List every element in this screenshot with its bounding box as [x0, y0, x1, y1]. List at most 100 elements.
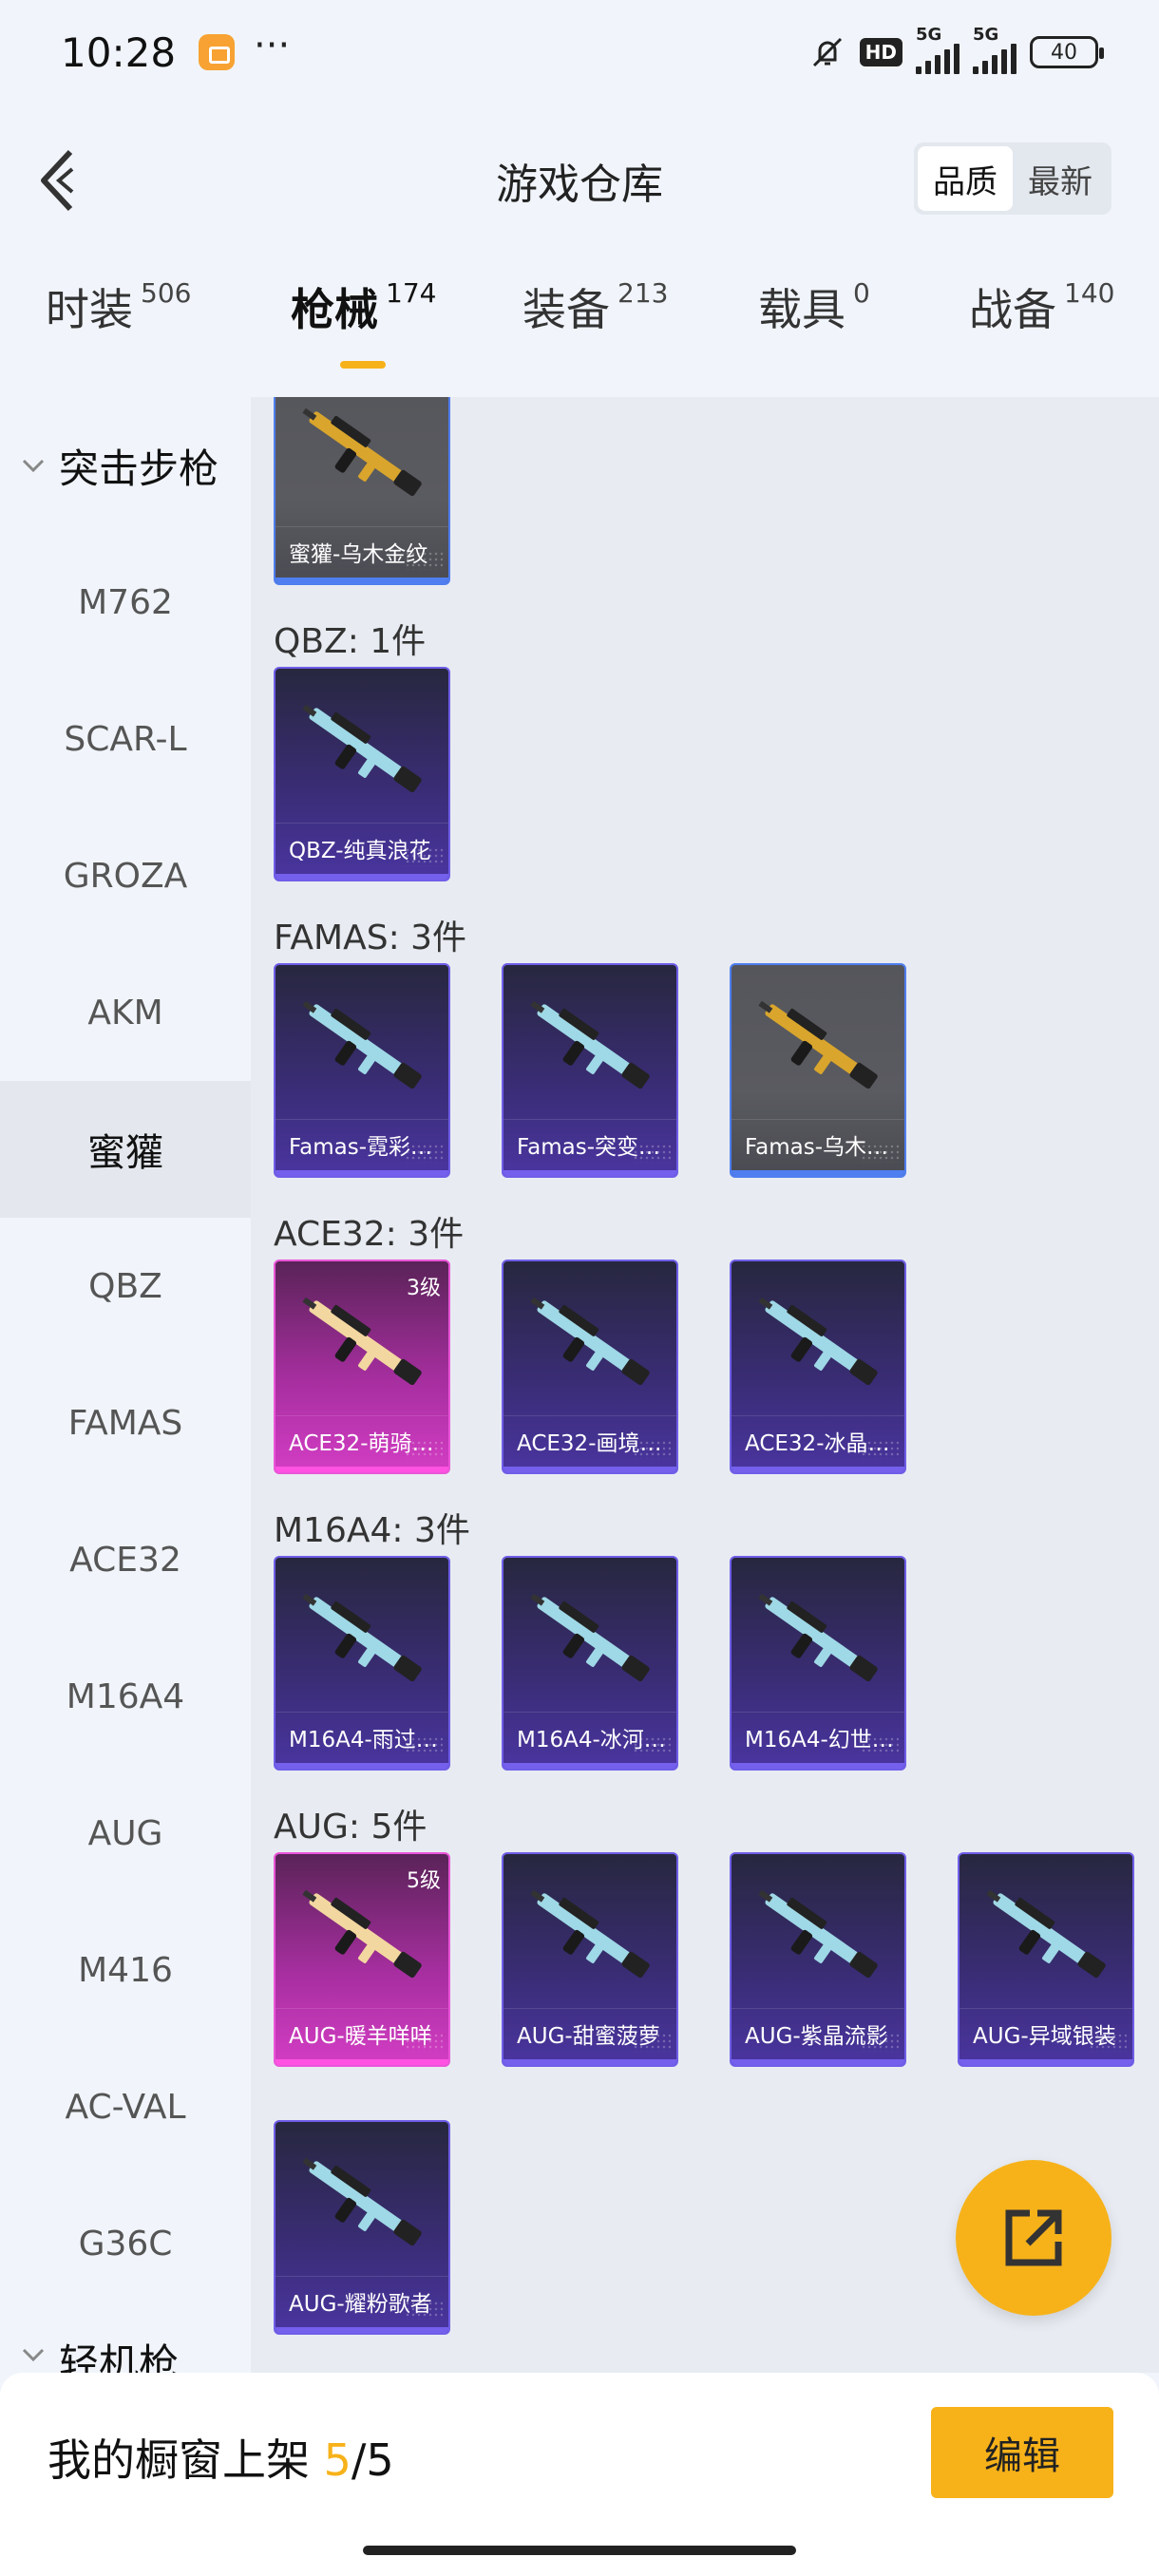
weapon-card[interactable]: Famas-乌木… — [730, 963, 906, 1178]
tab-label: 载具 — [758, 284, 846, 335]
weapon-card[interactable]: AUG-甜蜜菠萝 — [502, 1852, 678, 2067]
status-time: 10:28 — [61, 28, 177, 76]
weapon-card[interactable]: QBZ-纯真浪花 — [274, 667, 450, 881]
section-title: ACE32: 3件 — [274, 1215, 465, 1254]
rarity-bar — [732, 1467, 904, 1472]
rifle-icon — [302, 1593, 422, 1682]
sort-option-quality[interactable]: 品质 — [918, 146, 1013, 211]
sidebar-item-m416[interactable]: M416 — [0, 1902, 251, 2038]
rifle-icon — [986, 1889, 1106, 1979]
share-external-icon — [1005, 2209, 1062, 2266]
weapon-name: AUG-暖羊咩咩 — [276, 2008, 448, 2057]
showcase-status: 我的橱窗上架 5/5 — [48, 2426, 394, 2489]
active-tab-indicator — [340, 361, 386, 369]
status-indicators: HD 5G 5G 40 — [808, 25, 1104, 74]
sidebar-item-g36c[interactable]: G36C — [0, 2175, 251, 2312]
rarity-bar — [504, 1170, 676, 1176]
weapon-grid: 蜜獾-乌木金纹 QBZ: 1件 QBZ-纯真浪花 FAMAS: 3件 Famas-霓彩…… — [251, 397, 1159, 2373]
weapon-card[interactable]: AUG-耀粉歌者 — [274, 2120, 450, 2335]
weapon-name: ACE32-萌骑… — [276, 1415, 448, 1465]
weapon-card[interactable]: M16A4-幻世… — [730, 1556, 906, 1771]
weapon-card[interactable]: 5级 AUG-暖羊咩咩 — [274, 1852, 450, 2067]
home-indicator[interactable] — [363, 2546, 796, 2555]
sidebar-item-ac-val[interactable]: AC-VAL — [0, 2038, 251, 2175]
weapon-name: AUG-耀粉歌者 — [276, 2276, 448, 2325]
sidebar-item-groza[interactable]: GROZA — [0, 807, 251, 944]
showcase-total: /5 — [351, 2434, 394, 2486]
rarity-bar — [276, 1467, 448, 1472]
tab-equipment[interactable]: 装备 213 — [522, 275, 668, 338]
weapon-name: 蜜獾-乌木金纹 — [276, 526, 448, 576]
sidebar-item-honey-badger[interactable]: 蜜獾 — [0, 1081, 251, 1218]
weapon-card[interactable]: AUG-紫晶流影 — [730, 1852, 906, 2067]
tab-label: 时装 — [46, 284, 133, 335]
section-title: M16A4: 3件 — [274, 1511, 470, 1550]
rifle-icon — [302, 1297, 422, 1386]
weapon-card[interactable]: 蜜獾-乌木金纹 — [274, 397, 450, 585]
rarity-bar — [732, 1763, 904, 1769]
rifle-icon — [302, 2157, 422, 2246]
sidebar-item-ace32[interactable]: ACE32 — [0, 1491, 251, 1628]
weapon-card[interactable]: Famas-突变… — [502, 963, 678, 1178]
tab-label: 装备 — [522, 284, 610, 335]
sidebar-category-assault-rifles[interactable]: 突击步枪 — [0, 397, 251, 534]
share-button[interactable] — [956, 2160, 1112, 2316]
sidebar-category-next[interactable]: 轻机枪 — [0, 2312, 251, 2373]
back-button[interactable] — [28, 144, 86, 217]
weapon-card[interactable]: Famas-霓彩… — [274, 963, 450, 1178]
sort-option-newest[interactable]: 最新 — [1013, 146, 1108, 211]
weapon-card[interactable]: ACE32-冰晶… — [730, 1260, 906, 1474]
rifle-icon — [758, 1297, 878, 1386]
weapon-name: Famas-霓彩… — [276, 1119, 448, 1168]
rarity-bar — [276, 2059, 448, 2065]
rarity-bar — [504, 1467, 676, 1472]
page-title: 游戏仓库 — [496, 161, 663, 209]
tab-vehicles[interactable]: 载具 0 — [758, 275, 870, 338]
sort-toggle: 品质 最新 — [914, 142, 1112, 215]
sidebar-item-m762[interactable]: M762 — [0, 534, 251, 671]
edit-button[interactable]: 编辑 — [931, 2407, 1113, 2498]
section-title: FAMAS: 3件 — [274, 919, 467, 957]
rifle-icon — [302, 704, 422, 793]
weapon-name: QBZ-纯真浪花 — [276, 823, 448, 872]
weapon-card[interactable]: M16A4-雨过… — [274, 1556, 450, 1771]
tab-fashion[interactable]: 时装 506 — [46, 275, 191, 338]
weapon-card[interactable]: AUG-异域银装 — [958, 1852, 1134, 2067]
category-tabs: 时装 506 枪械 174 装备 213 载具 0 战备 140 — [0, 275, 1159, 380]
sidebar-item-famas[interactable]: FAMAS — [0, 1354, 251, 1491]
sidebar-item-aug[interactable]: AUG — [0, 1765, 251, 1902]
signal-label-2: 5G — [973, 25, 999, 45]
rarity-bar — [504, 2059, 676, 2065]
sidebar-item-m16a4[interactable]: M16A4 — [0, 1628, 251, 1765]
tab-firearms[interactable]: 枪械 174 — [291, 275, 436, 369]
weapon-name: Famas-突变… — [504, 1119, 676, 1168]
weapon-card[interactable]: 3级 ACE32-萌骑… — [274, 1260, 450, 1474]
rifle-icon — [302, 407, 422, 497]
weapon-name: ACE32-冰晶… — [732, 1415, 904, 1465]
tab-combat-gear[interactable]: 战备 140 — [969, 275, 1114, 338]
level-badge: 5级 — [407, 1869, 441, 1893]
rarity-bar — [732, 2059, 904, 2065]
weapon-card[interactable]: M16A4-冰河… — [502, 1556, 678, 1771]
rarity-bar — [276, 1763, 448, 1769]
rifle-icon — [302, 1000, 422, 1089]
weapon-name: ACE32-画境… — [504, 1415, 676, 1465]
sidebar-item-akm[interactable]: AKM — [0, 944, 251, 1081]
sidebar-category-label: 突击步枪 — [59, 445, 219, 492]
sidebar-item-qbz[interactable]: QBZ — [0, 1218, 251, 1354]
tab-label: 战备 — [969, 284, 1056, 335]
rarity-bar — [276, 1170, 448, 1176]
weapon-name: AUG-甜蜜菠萝 — [504, 2008, 676, 2057]
rifle-icon — [758, 1593, 878, 1682]
signal-icon: 5G — [916, 25, 960, 74]
section-title: QBZ: 1件 — [274, 622, 427, 661]
weapon-sidebar: 突击步枪 M762 SCAR-L GROZA AKM 蜜獾 QBZ FAMAS … — [0, 397, 251, 2373]
rarity-bar — [276, 2327, 448, 2333]
rifle-icon — [302, 1889, 422, 1979]
weapon-card[interactable]: ACE32-画境… — [502, 1260, 678, 1474]
rifle-icon — [758, 1889, 878, 1979]
battery-icon: 40 — [1030, 36, 1104, 68]
signal-label: 5G — [916, 25, 942, 45]
sidebar-item-scar-l[interactable]: SCAR-L — [0, 671, 251, 807]
chevron-down-icon — [22, 2348, 45, 2362]
